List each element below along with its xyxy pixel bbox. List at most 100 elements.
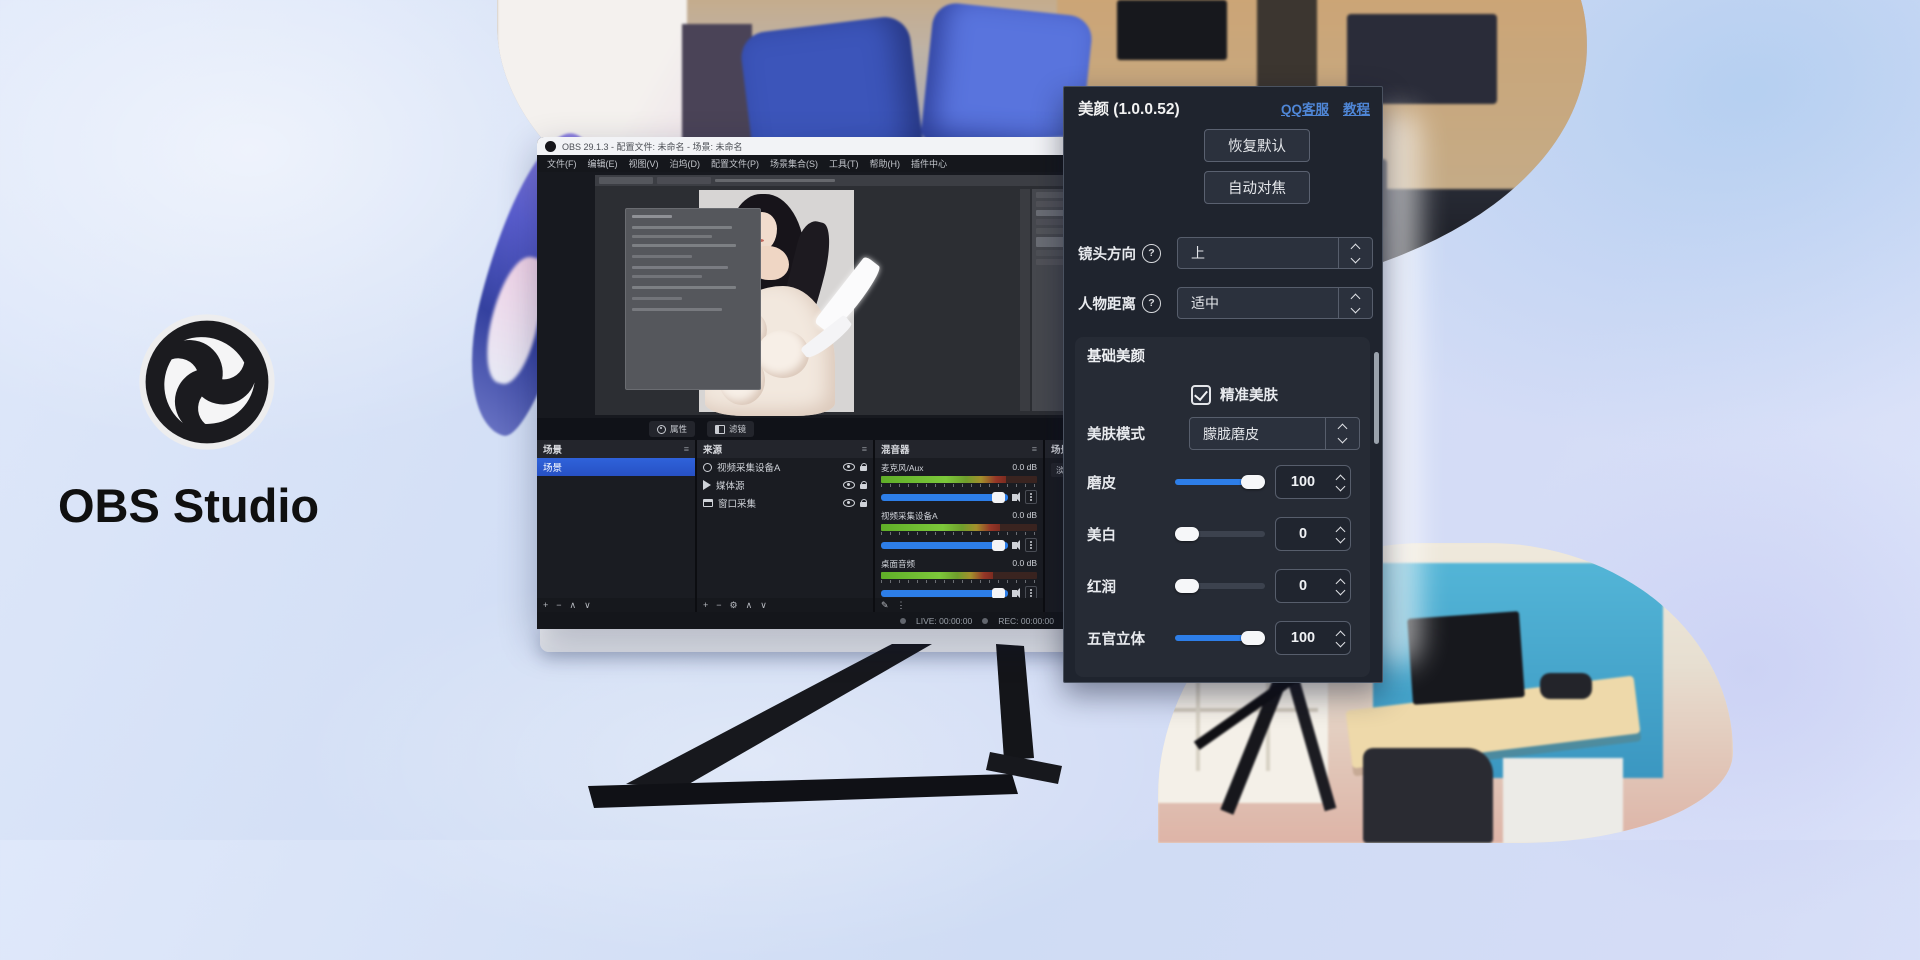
visibility-eye-icon[interactable] [843, 481, 855, 489]
volume-slider[interactable] [881, 494, 1008, 501]
rec-time: REC: 00:00:00 [998, 616, 1054, 626]
window-title: OBS 29.1.3 - 配置文件: 未命名 - 场景: 未命名 [562, 140, 743, 153]
lock-icon[interactable] [860, 484, 867, 489]
volume-slider[interactable] [881, 542, 1008, 549]
source-item[interactable]: 媒体源 [697, 476, 873, 494]
channel-options-icon[interactable] [1025, 490, 1037, 504]
speaker-icon[interactable] [1012, 542, 1017, 549]
source-item[interactable]: 视频采集设备A [697, 458, 873, 476]
menu-item[interactable]: 泊坞(D) [670, 157, 701, 170]
dock-menu-icon[interactable]: ≡ [1032, 444, 1037, 454]
slider-handle[interactable] [1175, 579, 1199, 593]
slider-track[interactable] [1175, 635, 1265, 641]
visibility-eye-icon[interactable] [843, 499, 855, 507]
slider-track[interactable] [1175, 583, 1265, 589]
value-spinner[interactable]: 100 [1275, 621, 1351, 655]
channel-options-icon[interactable] [1025, 586, 1037, 598]
toolbar-icon[interactable]: − [556, 601, 561, 610]
slider-handle[interactable] [1241, 631, 1265, 645]
scenes-dock-title: 场景 [543, 442, 562, 456]
source-toolbar-button[interactable]: 属性 [649, 421, 695, 437]
live-time: LIVE: 00:00:00 [916, 616, 972, 626]
spinner-icon[interactable] [1338, 288, 1372, 318]
toolbar-icon[interactable]: ∧ [746, 601, 753, 610]
slider-track[interactable] [1175, 479, 1265, 485]
tutorial-link[interactable]: 教程 [1343, 98, 1370, 118]
sources-toolbar: +−⚙ ∧ ∨ [697, 598, 873, 612]
mixer-channel: 视频采集设备A0.0 dB [881, 510, 1037, 552]
source-item[interactable]: 窗口采集 [697, 494, 873, 512]
source-toolbar: 属性 滤镜 [649, 421, 754, 438]
volume-slider[interactable] [881, 590, 1008, 597]
qq-support-link[interactable]: QQ客服 [1281, 98, 1329, 118]
value-spinner[interactable]: 100 [1275, 465, 1351, 499]
spinner-icon[interactable] [1325, 418, 1359, 449]
toolbar-icon[interactable]: + [543, 601, 548, 610]
value-spinner[interactable]: 0 [1275, 517, 1351, 551]
value-spinner[interactable]: 0 [1275, 569, 1351, 603]
toolbar-icon[interactable]: ∨ [760, 601, 767, 610]
db-value: 0.0 dB [1012, 510, 1037, 522]
camera-direction-select[interactable]: 上 [1177, 237, 1373, 269]
scenes-toolbar: +−∧ ∨ [537, 598, 695, 612]
toolbar-icon[interactable]: ⋮ [897, 601, 906, 610]
menu-item[interactable]: 编辑(E) [588, 157, 618, 170]
source-type-icon [703, 499, 713, 507]
person-distance-select[interactable]: 适中 [1177, 287, 1373, 319]
dock-menu-icon[interactable]: ≡ [684, 444, 689, 454]
menu-item[interactable]: 配置文件(P) [711, 157, 759, 170]
obs-titlebar[interactable]: OBS 29.1.3 - 配置文件: 未命名 - 场景: 未命名 [537, 137, 1134, 155]
section-title: 基础美颜 [1087, 345, 1145, 366]
slider-value: 0 [1276, 526, 1330, 542]
menu-item[interactable]: 场景集合(S) [770, 157, 818, 170]
slider-handle[interactable] [1241, 475, 1265, 489]
toolbar-icon[interactable]: ⚙ [730, 601, 738, 610]
help-icon[interactable]: ? [1142, 244, 1161, 263]
obs-preview[interactable] [537, 172, 1134, 418]
help-icon[interactable]: ? [1142, 294, 1161, 313]
mixer-channel: 桌面音频0.0 dB [881, 558, 1037, 598]
slider-label: 红润 [1087, 576, 1175, 597]
speaker-icon[interactable] [1012, 590, 1017, 597]
channel-options-icon[interactable] [1025, 538, 1037, 552]
sources-dock: 来源≡ 视频采集设备A 媒体源 窗口采集 [697, 440, 873, 612]
mixer-dock-title: 混音器 [881, 442, 910, 456]
menu-item[interactable]: 帮助(H) [870, 157, 901, 170]
toolbar-icon[interactable]: ∧ [570, 601, 577, 610]
speaker-icon[interactable] [1012, 494, 1017, 501]
checkbox-icon[interactable] [1191, 385, 1211, 405]
obs-statusbar: LIVE: 00:00:00 REC: 00:00:00 [537, 612, 1134, 629]
menu-item[interactable]: 插件中心 [911, 157, 947, 170]
dock-menu-icon[interactable]: ≡ [862, 444, 867, 454]
monitor-stand [560, 638, 1080, 823]
basic-beauty-section: 基础美颜 精准美肤 美肤模式 朦胧磨皮 磨皮 100 [1075, 337, 1370, 677]
restore-defaults-button[interactable]: 恢复默认 [1204, 129, 1310, 162]
toolbar-icon[interactable]: ✎ [881, 601, 889, 610]
slider-value: 0 [1276, 578, 1330, 594]
visibility-eye-icon[interactable] [843, 463, 855, 471]
volume-meter [881, 524, 1037, 531]
scene-item[interactable]: 场景 [537, 458, 695, 476]
source-toolbar-button[interactable]: 滤镜 [707, 421, 754, 437]
menu-item[interactable]: 工具(T) [829, 157, 859, 170]
skin-mode-select[interactable]: 朦胧磨皮 [1189, 417, 1360, 450]
beauty-slider-row: 美白 0 [1087, 517, 1362, 551]
precise-skin-checkbox-row[interactable]: 精准美肤 [1191, 384, 1278, 405]
toolbar-icon[interactable]: − [716, 601, 721, 610]
beauty-slider-row: 磨皮 100 [1087, 465, 1362, 499]
slider-handle[interactable] [1175, 527, 1199, 541]
lock-icon[interactable] [860, 466, 867, 471]
menu-item[interactable]: 文件(F) [547, 157, 577, 170]
toolbar-icon[interactable]: ∨ [584, 601, 591, 610]
toolbar-icon[interactable]: + [703, 601, 708, 610]
obs-logo [138, 313, 276, 451]
beauty-slider-row: 五官立体 100 [1087, 621, 1362, 655]
autofocus-button[interactable]: 自动对焦 [1204, 171, 1310, 204]
menu-item[interactable]: 视图(V) [629, 157, 659, 170]
mixer-dock: 混音器≡ 麦克风/Aux0.0 dB 视频采集设备A0.0 dB [875, 440, 1043, 612]
panel-scrollbar[interactable] [1374, 352, 1379, 444]
chip-icon [657, 425, 666, 434]
spinner-icon[interactable] [1338, 238, 1372, 268]
slider-track[interactable] [1175, 531, 1265, 537]
lock-icon[interactable] [860, 502, 867, 507]
